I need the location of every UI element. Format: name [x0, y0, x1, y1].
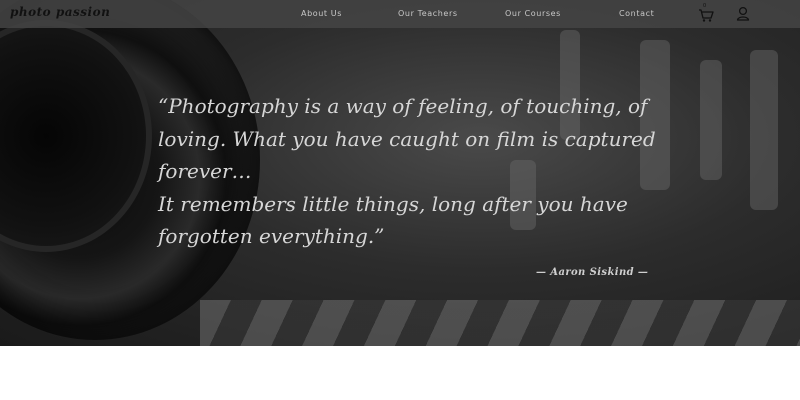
quote-line: forever…	[158, 159, 252, 183]
bokeh-light	[700, 60, 722, 180]
account-button[interactable]	[736, 6, 750, 22]
lens-ring	[0, 20, 152, 252]
site-logo[interactable]: photo passion	[10, 5, 110, 19]
hero-quote: “Photography is a way of feeling, of tou…	[158, 90, 658, 253]
quote-line: loving. What you have caught on film is …	[158, 126, 656, 151]
quote-attribution: — Aaron Siskind —	[536, 267, 649, 278]
quote-line: “Photography is a way of feeling, of tou…	[158, 94, 648, 118]
hero-section: “Photography is a way of feeling, of tou…	[0, 0, 800, 346]
nav-our-teachers[interactable]: Our Teachers	[398, 9, 458, 18]
quote-line: It remembers little things, long after y…	[158, 191, 628, 216]
cart-button[interactable]: 0	[698, 3, 714, 23]
quote-line: forgotten everything.”	[158, 224, 385, 248]
bokeh-light	[750, 50, 778, 210]
cart-count-badge: 0	[703, 3, 707, 9]
nav-our-courses[interactable]: Our Courses	[505, 9, 561, 18]
user-icon	[736, 6, 750, 21]
nav-contact[interactable]: Contact	[619, 9, 654, 18]
checkered-floor	[200, 300, 800, 346]
site-header: photo passion About Us Our Teachers Our …	[0, 0, 800, 28]
nav-about-us[interactable]: About Us	[301, 9, 342, 18]
